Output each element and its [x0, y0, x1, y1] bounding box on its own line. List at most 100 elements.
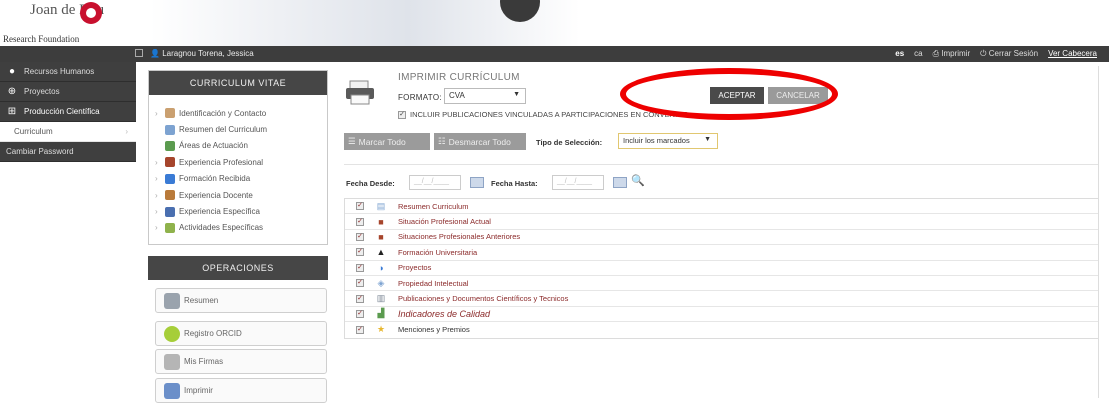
list-item[interactable]: ✓ ▲ Formación Universitaria [345, 245, 1098, 261]
format-select[interactable]: CVA ▼ [444, 88, 526, 104]
red-highlight-ellipse [620, 68, 838, 120]
list-item[interactable]: ✓ ◑ Proyectos [345, 261, 1098, 276]
tree-item-areas[interactable]: Áreas de Actuación [155, 138, 327, 154]
sidebar-item-label: Producción Científica [24, 107, 100, 116]
orcid-icon [164, 325, 180, 342]
cv-tree: › Identificación y Contacto Resumen del C… [149, 95, 327, 236]
include-publications-checkbox[interactable]: ✓ [398, 110, 406, 119]
resumen-button[interactable]: Resumen [155, 288, 327, 313]
mark-all-button[interactable]: ☰ Marcar Todo [344, 133, 430, 150]
collapse-toggle[interactable] [135, 49, 143, 57]
include-publications-label: INCLUIR PUBLICACIONES VINCULADAS A PARTI… [410, 110, 688, 119]
sidebar-item-label: Curriculum [14, 127, 53, 136]
sidebar-item-recursos-humanos[interactable]: ● Recursos Humanos [0, 62, 136, 82]
section-label: Resumen Curriculum [398, 201, 469, 211]
caret-down-icon: ▼ [513, 91, 520, 98]
calendar-icon[interactable] [613, 177, 627, 188]
tree-item-label: Formación Recibida [179, 174, 251, 184]
include-publications-option[interactable]: ✓ INCLUIR PUBLICACIONES VINCULADAS A PART… [398, 110, 688, 119]
logout-label: Cerrar Sesión [988, 49, 1039, 58]
list-icon: ☰ [348, 136, 356, 146]
summary-icon [164, 292, 180, 309]
chevron-right-icon: › [125, 127, 128, 136]
section-checkbox[interactable]: ✓ [356, 217, 364, 226]
print-link[interactable]: ⎙ Imprimir [933, 49, 971, 59]
imprimir-button-label: Imprimir [184, 386, 213, 395]
lang-ca-link[interactable]: ca [914, 49, 922, 59]
cv-panel-title: CURRICULUM VITAE [149, 71, 327, 95]
mark-all-label: Marcar Todo [358, 136, 406, 147]
tree-item-experiencia-profesional[interactable]: › Experiencia Profesional [155, 154, 327, 170]
date-from-input[interactable]: __/__/____ [409, 175, 461, 190]
tree-item-resumen[interactable]: Resumen del Curriculum [155, 121, 327, 137]
top-bar-actions: es ca ⎙ Imprimir ⏻ Cerrar Sesión Ver Cab… [895, 49, 1097, 59]
list-item[interactable]: ✓ ▤ Resumen Curriculum [345, 199, 1098, 215]
tree-item-label: Identificación y Contacto [179, 108, 267, 118]
list-item[interactable]: ✓ ◈ Propiedad Intelectual [345, 276, 1098, 292]
sidebar-item-produccion-cientifica[interactable]: ⊞ Producción Científica [0, 102, 136, 122]
section-checkbox[interactable]: ✓ [356, 294, 364, 303]
section-checkbox[interactable]: ✓ [356, 263, 364, 272]
signature-icon [164, 353, 180, 370]
list-item[interactable]: ✓ ■ Situación Profesional Actual [345, 214, 1098, 230]
chevron-right-icon: › [155, 207, 158, 217]
chevron-right-icon: › [155, 108, 158, 118]
tree-item-docente[interactable]: › Experiencia Docente [155, 187, 327, 203]
tree-item-actividades[interactable]: › Actividades Específicas [155, 220, 327, 236]
divider [344, 164, 1099, 165]
list-item[interactable]: ✓ ■ Situaciones Profesionales Anteriores [345, 230, 1098, 246]
firmas-button[interactable]: Mis Firmas [155, 349, 327, 374]
date-to-input[interactable]: __/__/____ [552, 175, 604, 190]
orcid-button[interactable]: Registro ORCID [155, 321, 327, 346]
chevron-right-icon: › [155, 190, 158, 200]
tree-item-identificacion[interactable]: › Identificación y Contacto [155, 105, 327, 121]
selection-type-label: Tipo de Selección: [536, 138, 603, 147]
imprimir-button[interactable]: Imprimir [155, 378, 327, 403]
section-label: Propiedad Intelectual [398, 278, 469, 288]
selection-type-select[interactable]: Incluir los marcados ▼ [618, 133, 718, 149]
header-link[interactable]: Ver Cabecera [1048, 49, 1097, 59]
resumen-button-label: Resumen [184, 296, 219, 305]
books-icon: ▥ [376, 293, 386, 304]
hierarchy-icon [165, 206, 175, 217]
calendar-icon[interactable] [470, 177, 484, 188]
orcid-button-label: Registro ORCID [184, 329, 242, 338]
list-item[interactable]: ✓ ▟ Indicadores de Calidad [345, 307, 1098, 323]
sidebar-item-label: Cambiar Password [6, 147, 74, 156]
tree-item-especifica[interactable]: › Experiencia Específica [155, 203, 327, 219]
unmark-all-button[interactable]: ☷ Desmarcar Todo [434, 133, 526, 150]
lang-es-link[interactable]: es [895, 49, 904, 59]
caret-down-icon: ▼ [704, 136, 711, 143]
section-checkbox[interactable]: ✓ [356, 202, 364, 211]
section-checkbox[interactable]: ✓ [356, 232, 364, 241]
tree-item-label: Experiencia Profesional [179, 157, 264, 167]
section-checkbox[interactable]: ✓ [356, 309, 364, 318]
star-icon: ★ [376, 324, 386, 335]
sections-list: ✓ ▤ Resumen Curriculum ✓ ■ Situación Profesi… [344, 198, 1099, 339]
printer-icon [164, 382, 180, 399]
unmark-all-label: Desmarcar Todo [448, 136, 511, 147]
education-icon [165, 173, 175, 184]
operations-title: OPERACIONES [148, 256, 328, 280]
sidebar-item-curriculum[interactable]: Curriculum › [0, 122, 136, 142]
section-label: Proyectos [398, 263, 432, 273]
section-checkbox[interactable]: ✓ [356, 279, 364, 288]
section-label: Menciones y Premios [398, 325, 470, 335]
chevron-right-icon: › [155, 157, 158, 167]
section-checkbox[interactable]: ✓ [356, 325, 364, 334]
tree-item-formacion[interactable]: › Formación Recibida [155, 171, 327, 187]
tree-item-label: Experiencia Específica [179, 207, 260, 217]
section-label: Situaciones Profesionales Anteriores [398, 232, 521, 242]
page-title: IMPRIMIR CURRÍCULUM [398, 72, 520, 83]
document-icon [165, 124, 175, 135]
date-to-label: Fecha Hasta: [491, 179, 538, 188]
graduation-cap-icon: ▲ [376, 247, 386, 258]
power-icon: ⏻ [980, 49, 987, 58]
search-icon[interactable]: 🔍 [631, 174, 645, 187]
section-checkbox[interactable]: ✓ [356, 248, 364, 257]
sidebar-item-cambiar-password[interactable]: Cambiar Password [0, 142, 136, 162]
sidebar-item-proyectos[interactable]: ⊕ Proyectos [0, 82, 136, 102]
logout-link[interactable]: ⏻ Cerrar Sesión [980, 49, 1038, 59]
list-item[interactable]: ✓ ▥ Publicaciones y Documentos Científicos… [345, 291, 1098, 307]
list-item[interactable]: ✓ ★ Menciones y Premios [345, 322, 1098, 337]
